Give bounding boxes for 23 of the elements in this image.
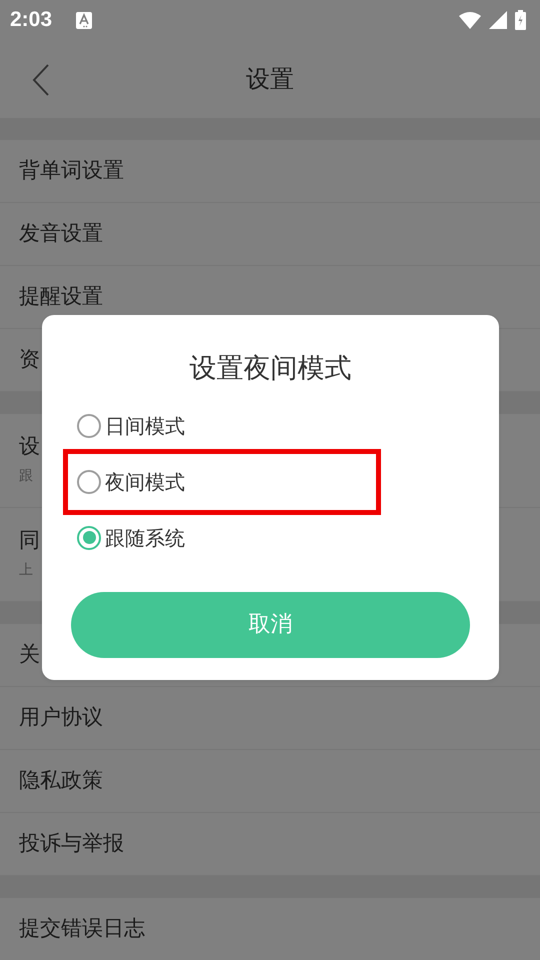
page-title: 设置	[246, 64, 294, 95]
radio-button[interactable]	[77, 526, 101, 550]
setting-label[interactable]: 背单词设置	[19, 158, 124, 184]
setting-label[interactable]: 隐私政策	[19, 768, 103, 794]
radio-button[interactable]	[77, 470, 101, 494]
signal-icon	[489, 11, 507, 29]
setting-label[interactable]: 关	[19, 642, 40, 668]
back-icon[interactable]	[32, 64, 50, 96]
setting-label[interactable]: 同	[19, 528, 40, 554]
setting-label[interactable]: 发音设置	[19, 221, 103, 247]
setting-label[interactable]: 资	[19, 347, 40, 373]
wifi-icon	[459, 12, 481, 28]
keyboard-icon	[76, 12, 92, 28]
status-time: 2:03	[10, 7, 52, 34]
setting-label[interactable]: 设	[19, 434, 40, 460]
setting-label[interactable]: 用户协议	[19, 705, 103, 731]
setting-label[interactable]: 投诉与举报	[19, 831, 124, 857]
dialog-title: 设置夜间模式	[188, 352, 352, 386]
battery-icon	[515, 10, 526, 30]
radio-option[interactable]: 夜间模式	[63, 448, 381, 514]
setting-label[interactable]: 提醒设置	[19, 284, 103, 310]
radio-button[interactable]	[77, 414, 101, 438]
setting-label[interactable]: 提交错误日志	[19, 916, 145, 942]
